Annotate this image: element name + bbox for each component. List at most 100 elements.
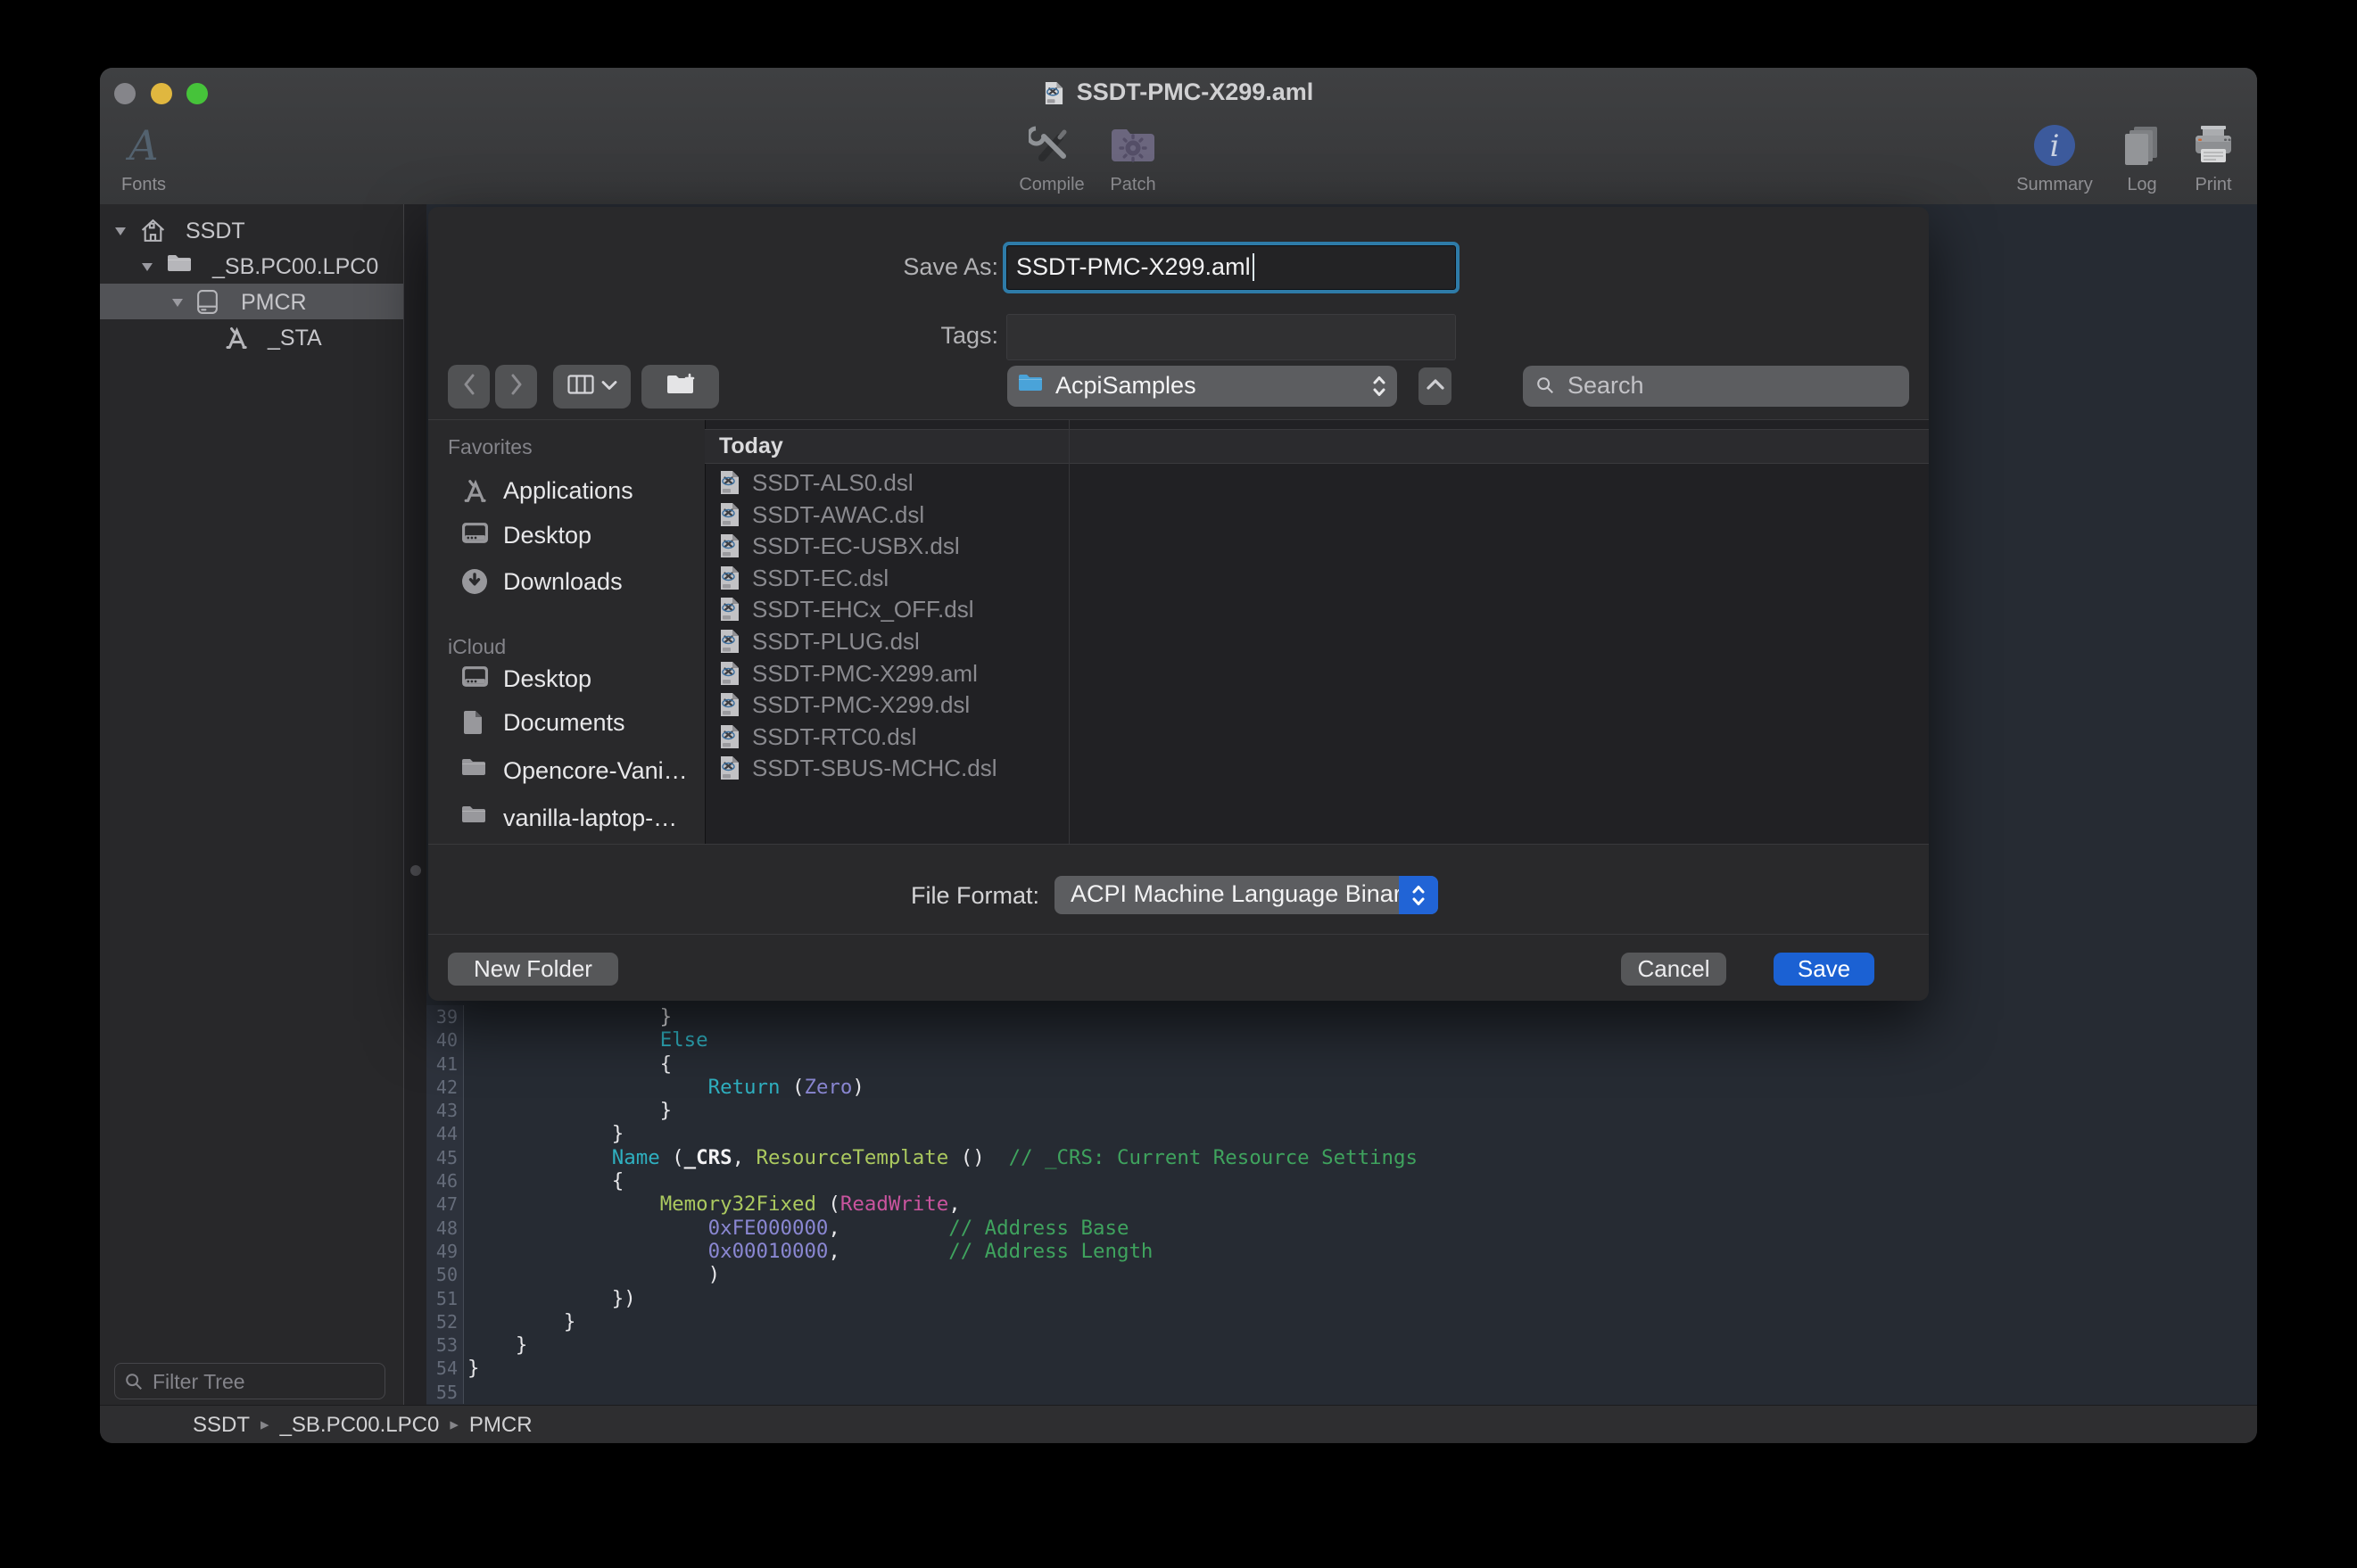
file-name: SSDT-AWAC.dsl xyxy=(752,501,924,529)
up-down-chevron-icon xyxy=(1399,876,1438,914)
breadcrumb-separator-icon: ▸ xyxy=(261,1415,269,1434)
code-text: Name (_CRS, ResourceTemplate () // _CRS:… xyxy=(464,1146,1418,1169)
toolbar-print-button[interactable]: Print xyxy=(2160,120,2257,195)
sidebar-item-label: Desktop xyxy=(503,665,591,693)
cancel-button[interactable]: Cancel xyxy=(1621,953,1726,986)
search-icon xyxy=(124,1372,144,1396)
file-name: SSDT-EC-USBX.dsl xyxy=(752,532,960,560)
sidebar-item-downloads[interactable]: Downloads xyxy=(428,560,705,603)
chevron-down-icon xyxy=(601,379,617,395)
file-format-label: File Format: xyxy=(785,882,1039,910)
file-row[interactable]: SSDT-ALS0.dsl xyxy=(705,466,1069,499)
file-row[interactable]: SSDT-EC-USBX.dsl xyxy=(705,530,1069,562)
save-button[interactable]: Save xyxy=(1774,953,1874,986)
file-row[interactable]: SSDT-AWAC.dsl xyxy=(705,499,1069,531)
chevron-up-icon xyxy=(1426,378,1445,395)
printer-icon xyxy=(2160,120,2257,171)
sidebar-item-applications[interactable]: Applications xyxy=(428,469,705,512)
desktop-icon xyxy=(461,665,489,692)
back-button[interactable] xyxy=(448,365,490,409)
sidebar-section-title: iCloud xyxy=(448,635,506,659)
tree-item-ssdt[interactable]: SSDT xyxy=(100,212,403,248)
file-format-popup[interactable]: ACPI Machine Language Binary xyxy=(1054,876,1438,914)
appstore-icon xyxy=(461,477,489,509)
tree-item-label: PMCR xyxy=(241,290,307,316)
line-number: 39 xyxy=(426,1005,464,1028)
file-row[interactable]: SSDT-RTC0.dsl xyxy=(705,721,1069,753)
triangle-down-icon[interactable] xyxy=(171,296,184,312)
sidebar-splitter[interactable] xyxy=(403,204,428,1405)
line-number: 47 xyxy=(426,1193,464,1216)
folder-plus-icon xyxy=(666,373,696,400)
code-lines: 39 }40 Else41 {42 Return (Zero)43 }44 }4… xyxy=(426,1005,2257,1404)
text-caret xyxy=(1253,253,1254,281)
triangle-down-icon[interactable] xyxy=(114,225,127,241)
code-line: 55 xyxy=(426,1381,2257,1404)
code-text xyxy=(464,1381,467,1404)
downloads-icon xyxy=(461,568,488,599)
folder-icon xyxy=(167,253,192,277)
file-row[interactable]: SSDT-EHCx_OFF.dsl xyxy=(705,593,1069,625)
toolbar-patch-button[interactable]: Patch xyxy=(1079,120,1187,195)
search-input[interactable]: Search xyxy=(1523,366,1909,407)
line-number: 52 xyxy=(426,1310,464,1333)
tags-input[interactable] xyxy=(1006,314,1456,360)
code-line: 53 } xyxy=(426,1333,2257,1357)
view-mode-button[interactable] xyxy=(553,365,631,409)
file-icon xyxy=(719,565,740,595)
file-format-value: ACPI Machine Language Binary xyxy=(1071,880,1413,908)
code-text: Return (Zero) xyxy=(464,1076,864,1099)
sidebar-item-desktop[interactable]: Desktop xyxy=(428,657,705,700)
sidebar-item-documents[interactable]: Documents xyxy=(428,701,705,744)
collapse-button[interactable] xyxy=(1418,367,1451,405)
code-text: Else xyxy=(464,1028,708,1052)
file-name: SSDT-EHCx_OFF.dsl xyxy=(752,596,974,623)
code-text: 0xFE000000, // Address Base xyxy=(464,1217,1129,1240)
code-text: } xyxy=(464,1005,672,1028)
app-window: SSDT-PMC-X299.aml A Fonts Compile Patch … xyxy=(100,68,2257,1443)
filter-tree-input[interactable]: Filter Tree xyxy=(114,1363,385,1399)
tree-item-_sta[interactable]: _STA xyxy=(100,319,403,355)
file-name: SSDT-PMC-X299.dsl xyxy=(752,691,970,719)
breadcrumb-item[interactable]: SSDT xyxy=(193,1413,250,1437)
file-row[interactable]: SSDT-PMC-X299.dsl xyxy=(705,689,1069,721)
tags-label: Tags: xyxy=(785,322,998,350)
new-folder-button[interactable]: New Folder xyxy=(448,953,618,986)
breadcrumb-item[interactable]: PMCR xyxy=(469,1413,533,1437)
file-row[interactable]: SSDT-PMC-X299.aml xyxy=(705,657,1069,689)
line-number: 41 xyxy=(426,1052,464,1076)
sidebar-item-opencore-vani-[interactable]: Opencore-Vani… xyxy=(428,749,705,792)
save-as-value: SSDT-PMC-X299.aml xyxy=(1016,253,1251,281)
code-text: } xyxy=(464,1099,672,1122)
breadcrumb-item[interactable]: _SB.PC00.LPC0 xyxy=(280,1413,440,1437)
device-icon xyxy=(196,289,219,319)
new-folder-toolbar-button[interactable] xyxy=(641,365,719,409)
location-value: AcpiSamples xyxy=(1055,372,1196,400)
search-icon xyxy=(1535,375,1555,400)
code-line: 39 } xyxy=(426,1005,2257,1028)
code-line: 54} xyxy=(426,1357,2257,1380)
location-popup[interactable]: AcpiSamples xyxy=(1007,366,1397,407)
tree-item-pmcr[interactable]: PMCR xyxy=(100,284,403,319)
file-row[interactable]: SSDT-SBUS-MCHC.dsl xyxy=(705,752,1069,784)
sidebar-item-vanilla-laptop-[interactable]: vanilla-laptop-… xyxy=(428,796,705,839)
forward-button[interactable] xyxy=(495,365,537,409)
file-row[interactable]: SSDT-EC.dsl xyxy=(705,562,1069,594)
sidebar-item-label: Desktop xyxy=(503,522,591,549)
tree-item-label: _STA xyxy=(268,326,322,351)
save-as-input[interactable]: SSDT-PMC-X299.aml xyxy=(1006,245,1456,290)
file-icon xyxy=(719,724,740,754)
tree-item-_sb.pc00.lpc0[interactable]: _SB.PC00.LPC0 xyxy=(100,248,403,284)
code-text: } xyxy=(464,1357,479,1380)
sidebar-section-title: Favorites xyxy=(448,435,533,459)
triangle-down-icon[interactable] xyxy=(141,260,153,276)
line-number: 44 xyxy=(426,1122,464,1145)
file-icon xyxy=(719,755,740,785)
code-line: 42 Return (Zero) xyxy=(426,1076,2257,1099)
file-name: SSDT-RTC0.dsl xyxy=(752,723,916,751)
chevron-left-icon xyxy=(463,374,476,400)
file-name: SSDT-SBUS-MCHC.dsl xyxy=(752,755,997,782)
file-row[interactable]: SSDT-PLUG.dsl xyxy=(705,625,1069,657)
toolbar-fonts-button[interactable]: A Fonts xyxy=(100,120,197,195)
sidebar-item-desktop[interactable]: Desktop xyxy=(428,514,705,557)
